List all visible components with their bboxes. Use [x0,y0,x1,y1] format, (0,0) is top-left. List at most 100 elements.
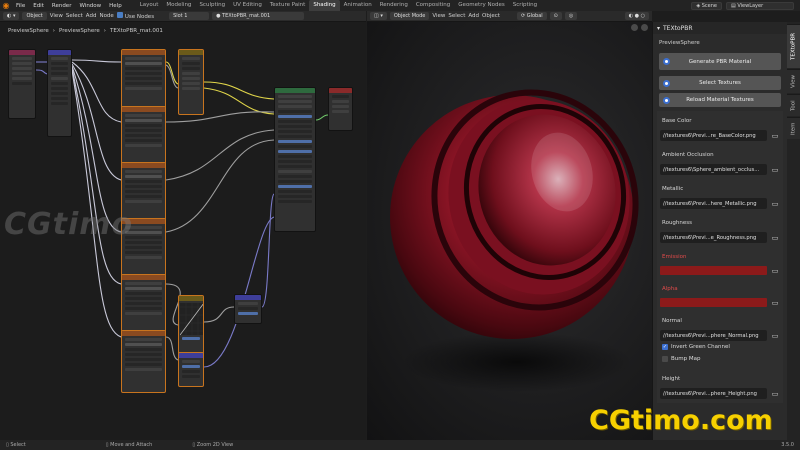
node-header [275,88,315,93]
pan-icon[interactable] [641,24,648,31]
tab-texture-paint[interactable]: Texture Paint [266,0,310,11]
3d-viewport[interactable] [367,22,652,440]
zoom-icon[interactable] [631,24,638,31]
object-mode-selector[interactable]: Object Mode [389,12,430,20]
proportional-edit-toggle[interactable]: ◎ [564,12,578,20]
folder-icon[interactable]: ▭ [770,233,780,242]
height-path-field[interactable]: //textures6\Previ...phere_Height.png [660,388,767,399]
image-texture-node-height[interactable] [121,330,166,393]
node-socket-row [125,292,162,295]
base-color-path-field[interactable]: //textures6\Previ...re_BaseColor.png [660,130,767,141]
viewport-menu-add[interactable]: Add [468,13,479,19]
slot-dropdown[interactable]: Slot 1 [169,12,210,20]
viewport-shading-buttons[interactable]: ◐ ● ○ [624,12,649,20]
ao-path-field[interactable]: //textures6\Sphere_ambient_occlus... [660,164,767,175]
image-texture-node-normal[interactable] [121,274,166,337]
transform-orientation-dropdown[interactable]: ⟳ Global [516,12,547,20]
folder-icon[interactable]: ▭ [770,331,780,340]
menu-window[interactable]: Window [75,3,105,9]
menu-help[interactable]: Help [105,3,126,9]
view-layer-selector[interactable]: ▤ ViewLayer [726,1,794,10]
generate-pbr-button[interactable]: Generate PBR Material [659,53,781,70]
editor-type-button[interactable]: ◐ ▾ [3,12,20,20]
bump-map-checkbox-row[interactable]: Bump Map [660,353,780,365]
bump-map-checkbox[interactable] [662,356,668,362]
node-socket-row [332,95,349,98]
viewport-menu-view[interactable]: View [432,13,445,19]
mix-color-node[interactable] [178,49,204,115]
node-socket-row [125,185,162,188]
tab-scripting[interactable]: Scripting [509,0,541,11]
node-socket-row [51,82,68,85]
use-nodes-toggle[interactable]: Use Nodes [116,12,154,20]
node-socket-row [125,170,162,173]
node-socket-row [278,150,312,153]
tab-view[interactable]: View [787,69,800,93]
blender-logo-icon[interactable]: ◉ [0,0,12,11]
object-mode-dropdown[interactable]: Object [22,12,47,20]
menu-file[interactable]: File [12,3,29,9]
mapping-node[interactable] [47,49,72,137]
normal-path-field[interactable]: //textures6\Previ...phere_Normal.png [660,330,767,341]
node-socket-row [278,105,312,108]
menu-render[interactable]: Render [48,3,76,9]
alpha-color-swatch[interactable] [660,298,767,307]
tab-layout[interactable]: Layout [136,0,163,11]
material-output-node[interactable] [328,87,353,131]
folder-icon[interactable]: ▭ [770,199,780,208]
texture-coordinate-node[interactable] [8,49,36,119]
folder-icon[interactable]: ▭ [770,389,780,398]
tab-sculpting[interactable]: Sculpting [195,0,229,11]
invert-green-checkbox-row[interactable]: ✓ Invert Green Channel [660,341,780,353]
use-nodes-checkbox[interactable] [116,12,123,18]
image-texture-node-basecolor[interactable] [121,49,166,112]
tab-compositing[interactable]: Compositing [412,0,454,11]
folder-icon[interactable]: ▭ [770,266,780,275]
folder-icon[interactable]: ▭ [770,131,780,140]
menu-edit[interactable]: Edit [29,3,48,9]
node-socket-row [51,92,68,95]
viewport-editor-type-button[interactable]: ◫ ▾ [370,12,387,20]
reload-textures-button[interactable]: Reload Material Textures [659,93,781,107]
viewport-menu-select[interactable]: Select [448,13,465,19]
panel-header[interactable]: ▾ TEXtoPBR [653,22,787,34]
principled-bsdf-node[interactable] [274,87,316,232]
snap-toggle[interactable]: ⊙ [549,12,562,20]
checkmark-icon[interactable]: ✓ [662,344,668,350]
folder-icon[interactable]: ▭ [770,165,780,174]
roughness-label: Roughness [662,220,693,226]
node-menu-select[interactable]: Select [66,13,83,19]
node-socket-row [125,180,162,183]
preview-sphere[interactable] [367,22,652,440]
normal-map-node[interactable] [234,294,262,324]
node-menu-node[interactable]: Node [99,13,113,19]
node-menu-view[interactable]: View [50,13,63,19]
node-socket-row [332,110,349,113]
image-texture-node-metallic[interactable] [121,106,166,169]
tab-item[interactable]: Item [787,117,800,139]
viewport-menu-object[interactable]: Object [482,13,500,19]
metallic-path-field[interactable]: //textures6\Previ...here_Metallic.png [660,198,767,209]
node-socket-row [12,67,32,70]
emission-color-swatch[interactable] [660,266,767,275]
tab-geometry-nodes[interactable]: Geometry Nodes [454,0,508,11]
node-editor[interactable]: PreviewSphere › PreviewSphere › TEXtoPBR… [0,22,366,440]
roughness-path-field[interactable]: //textures6\Previ...e_Roughness.png [660,232,767,243]
tab-texpbr[interactable]: TEXtoPBR [787,24,800,68]
node-socket-row [125,287,162,290]
select-textures-button[interactable]: Select Textures [659,76,781,90]
node-socket-row [51,87,68,90]
scene-selector[interactable]: ◈ Scene [691,1,722,10]
rgb-curves-node[interactable] [178,295,204,355]
tab-modeling[interactable]: Modeling [162,0,195,11]
node-socket-row [278,95,312,98]
tab-uv-editing[interactable]: UV Editing [229,0,266,11]
material-selector[interactable]: ● TEXtoPBR_mat.001 [212,12,305,20]
tab-rendering[interactable]: Rendering [376,0,412,11]
bump-node[interactable] [178,352,204,387]
node-menu-add[interactable]: Add [86,13,97,19]
tab-animation[interactable]: Animation [340,0,376,11]
tab-shading[interactable]: Shading [309,0,340,11]
tab-tool[interactable]: Tool [787,94,800,116]
folder-icon[interactable]: ▭ [770,298,780,307]
